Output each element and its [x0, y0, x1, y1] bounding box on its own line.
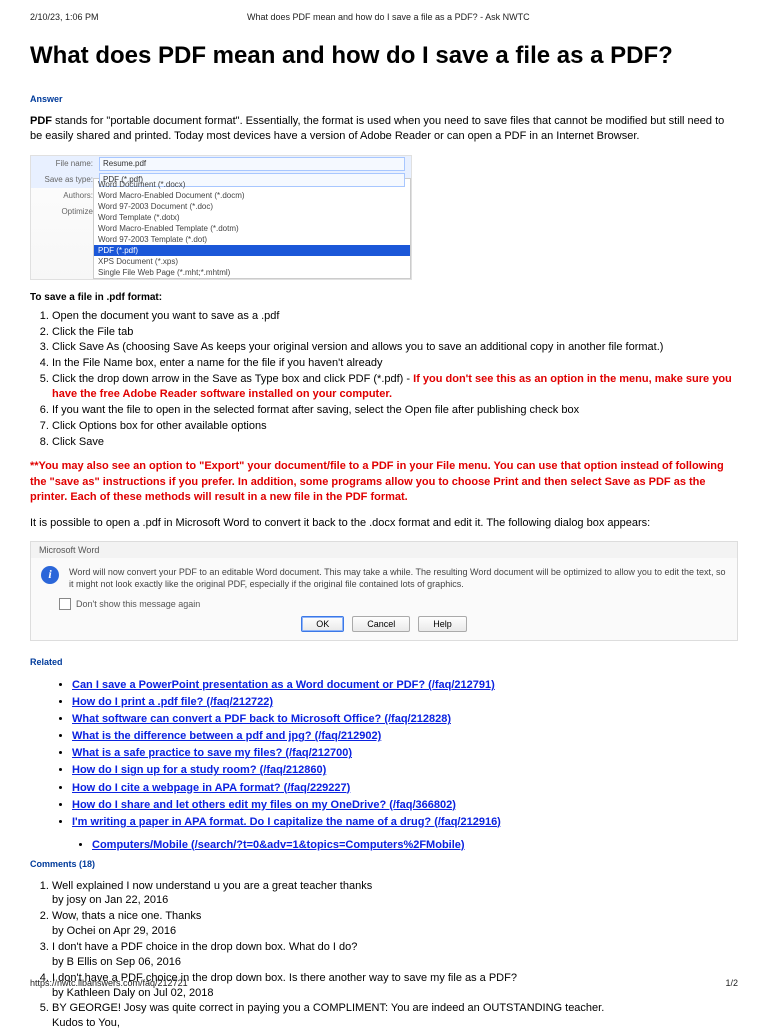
comment-item: Well explained I now understand u you ar… — [52, 879, 738, 909]
checkbox-label: Don't show this message again — [76, 599, 200, 609]
saveas-option: XPS Document (*.xps) — [94, 256, 410, 267]
comment-item: I don't have a PDF choice in the drop do… — [52, 940, 738, 970]
related-item: How do I sign up for a study room? (/faq… — [72, 762, 738, 779]
cancel-button[interactable]: Cancel — [352, 616, 410, 632]
page-title: What does PDF mean and how do I save a f… — [30, 42, 738, 70]
authors-label: Authors: — [37, 191, 99, 200]
related-label: Related — [30, 657, 738, 667]
related-link[interactable]: How do I share and let others edit my fi… — [72, 799, 456, 811]
related-topics: Computers/Mobile (/search/?t=0&adv=1&top… — [52, 839, 738, 851]
convert-line: It is possible to open a .pdf in Microso… — [30, 516, 738, 531]
related-item: How do I cite a webpage in APA format? (… — [72, 780, 738, 797]
step-item: Click the drop down arrow in the Save as… — [52, 372, 738, 402]
related-item: What software can convert a PDF back to … — [72, 711, 738, 728]
step-item: Click Options box for other available op… — [52, 419, 738, 434]
saveas-option: Word Macro-Enabled Template (*.dotm) — [94, 223, 410, 234]
answer-label: Answer — [30, 94, 738, 104]
related-item: What is a safe practice to save my files… — [72, 745, 738, 762]
saveas-label: Save as type: — [37, 175, 99, 184]
comments-label: Comments (18) — [30, 859, 738, 869]
export-note: **You may also see an option to "Export"… — [30, 459, 738, 505]
intro-paragraph: PDF stands for "portable document format… — [30, 114, 738, 145]
info-icon: i — [41, 566, 59, 584]
pdf-abbr: PDF — [30, 115, 52, 127]
related-item: I'm writing a paper in APA format. Do I … — [72, 814, 738, 831]
related-link[interactable]: What is the difference between a pdf and… — [72, 730, 381, 742]
step-item: Open the document you want to save as a … — [52, 309, 738, 324]
print-footer: https://nwtc.libanswers.com/faq/212721 1… — [30, 978, 738, 988]
steps-list: Open the document you want to save as a … — [52, 309, 738, 450]
step-item: If you want the file to open in the sele… — [52, 403, 738, 418]
related-link[interactable]: How do I cite a webpage in APA format? (… — [72, 782, 350, 794]
word-dialog-msg: Word will now convert your PDF to an edi… — [69, 566, 727, 590]
related-link[interactable]: What software can convert a PDF back to … — [72, 713, 451, 725]
footer-page: 1/2 — [725, 978, 738, 988]
related-item: Can I save a PowerPoint presentation as … — [72, 677, 738, 694]
word-dialog-checkbox[interactable]: Don't show this message again — [59, 598, 737, 610]
saveas-option: Word 97-2003 Template (*.dot) — [94, 234, 410, 245]
ok-button[interactable]: OK — [301, 616, 344, 632]
saveas-option: Word 97-2003 Document (*.doc) — [94, 201, 410, 212]
print-title: What does PDF mean and how do I save a f… — [247, 12, 530, 22]
optimize-label: Optimize — [37, 207, 99, 216]
save-dialog-mock: File name: Resume.pdf Save as type: PDF … — [30, 155, 412, 280]
filename-field: Resume.pdf — [99, 157, 405, 171]
related-item: How do I share and let others edit my fi… — [72, 797, 738, 814]
comments-list: Well explained I now understand u you ar… — [52, 879, 738, 1031]
steps-heading: To save a file in .pdf format: — [30, 292, 738, 303]
step-item: In the File Name box, enter a name for t… — [52, 356, 738, 371]
filename-label: File name: — [37, 159, 99, 168]
related-list: Can I save a PowerPoint presentation as … — [72, 677, 738, 830]
checkbox-icon — [59, 598, 71, 610]
help-button[interactable]: Help — [418, 616, 467, 632]
related-item: How do I print a .pdf file? (/faq/212722… — [72, 694, 738, 711]
related-link[interactable]: How do I print a .pdf file? (/faq/212722… — [72, 696, 273, 708]
saveas-option: Single File Web Page (*.mht;*.mhtml) — [94, 267, 410, 278]
step-item: Click the File tab — [52, 325, 738, 340]
step-item: Click Save — [52, 435, 738, 450]
print-header: 2/10/23, 1:06 PM What does PDF mean and … — [30, 12, 738, 22]
related-link[interactable]: How do I sign up for a study room? (/faq… — [72, 764, 326, 776]
related-item: What is the difference between a pdf and… — [72, 728, 738, 745]
word-dialog-mock: Microsoft Word i Word will now convert y… — [30, 541, 738, 641]
saveas-option: Word Macro-Enabled Document (*.docm) — [94, 190, 410, 201]
related-topic-link[interactable]: Computers/Mobile (/search/?t=0&adv=1&top… — [92, 839, 465, 851]
saveas-option: Word Template (*.dotx) — [94, 212, 410, 223]
saveas-option: PDF (*.pdf) — [94, 245, 410, 256]
footer-url: https://nwtc.libanswers.com/faq/212721 — [30, 978, 188, 988]
related-link[interactable]: Can I save a PowerPoint presentation as … — [72, 679, 495, 691]
related-link[interactable]: I'm writing a paper in APA format. Do I … — [72, 816, 501, 828]
word-dialog-title: Microsoft Word — [31, 542, 737, 558]
print-datetime: 2/10/23, 1:06 PM — [30, 12, 99, 22]
comment-item: Wow, thats a nice one. Thanksby Ochei on… — [52, 909, 738, 939]
saveas-type-list: Word Document (*.docx)Word Macro-Enabled… — [93, 178, 411, 279]
step-item: Click Save As (choosing Save As keeps yo… — [52, 340, 738, 355]
intro-text: stands for "portable document format". E… — [30, 115, 724, 142]
related-link[interactable]: What is a safe practice to save my files… — [72, 747, 352, 759]
comment-item: BY GEORGE! Josy was quite correct in pay… — [52, 1001, 738, 1031]
